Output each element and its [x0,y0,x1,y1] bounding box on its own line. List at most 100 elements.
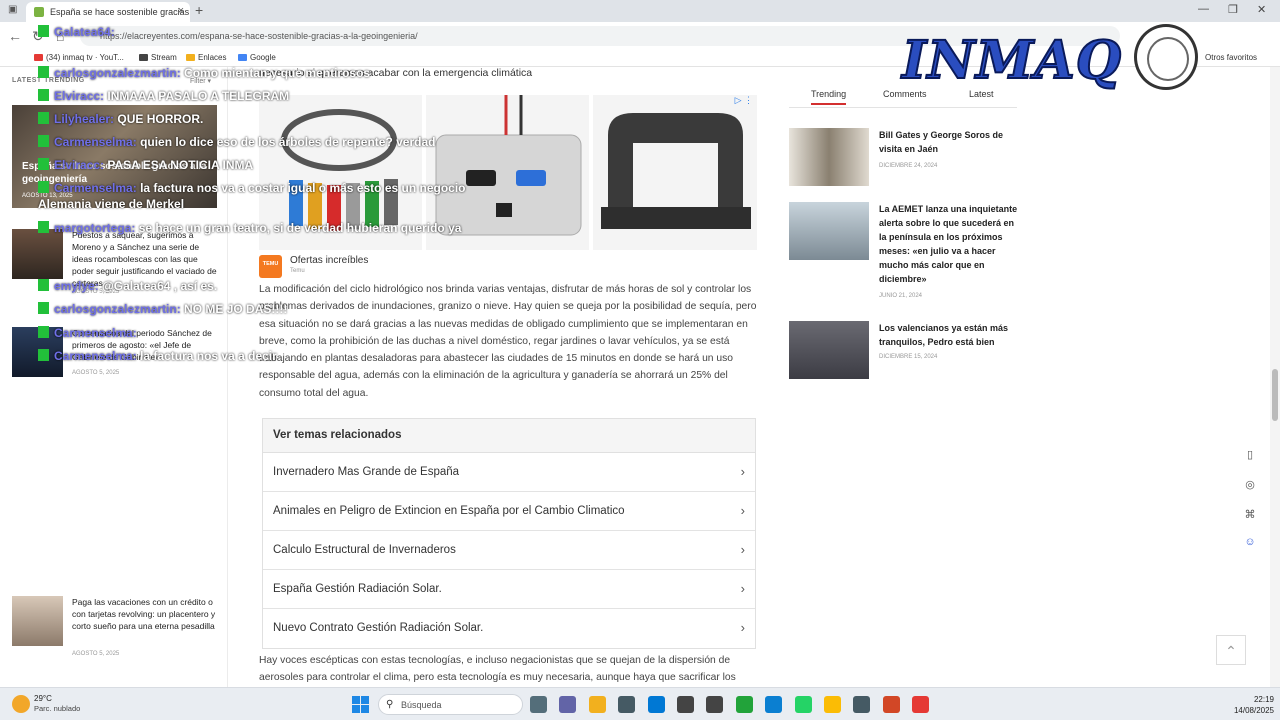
ad-title[interactable]: Ofertas increíbles [290,255,368,266]
bookmark-icon [139,54,148,61]
taskbar-search[interactable]: ⚲ Búsqueda [378,694,523,715]
chat-badge-icon [38,112,49,124]
tab-title: España se hace sostenible gracias a la g… [50,7,190,17]
taskbar-app-icon[interactable] [706,696,724,713]
related-topic-link[interactable]: España Gestión Radiación Solar. › [263,570,755,609]
close-window-icon[interactable]: ✕ [1257,3,1266,16]
related-topic-link[interactable]: Nuevo Contrato Gestión Radiación Solar. › [263,609,755,648]
related-topic-label[interactable]: España Gestión Radiación Solar. [273,583,442,595]
taskbar-app-icon[interactable] [677,696,694,713]
post-thumbnail[interactable] [12,596,63,646]
ad-choices-icon[interactable]: ▷ ⋮ [735,95,753,106]
taskbar-app-icon[interactable] [853,696,871,713]
chat-badge-icon [38,135,49,147]
chat-text: la factura nos va a decir [140,349,277,363]
favicon-icon [34,7,44,17]
taskbar-app-icon[interactable] [559,696,577,713]
related-topic-link[interactable]: Invernadero Mas Grande de España › [263,453,755,492]
taskbar-app-icon[interactable] [765,696,783,713]
start-button[interactable] [352,696,369,713]
taskbar-app-icon[interactable] [618,696,636,713]
chat-message: emylye: @Galatea64 , así es. [38,279,217,293]
url-text: https://elacreyentes.com/espana-se-hace-… [100,31,418,41]
post-thumbnail[interactable] [12,229,63,279]
chat-username: margotortega: [54,221,136,235]
bookmark-label: (34) inmaq tv · YouT... [46,53,124,62]
tab-search-icon[interactable]: ▣ [8,4,17,15]
taskbar-app-icon[interactable] [530,696,547,713]
chat-message: margotortega: se hace un gran teatro, si… [38,221,461,235]
chat-text: Alemania viene de Merkel [38,197,185,211]
post-thumbnail[interactable] [789,202,869,260]
chat-badge-icon [38,326,49,338]
related-topic-label[interactable]: Calculo Estructural de Invernaderos [273,544,456,556]
chat-username: Galatea64: [54,25,115,39]
chat-message: carlosgonzalezmartin: Como mientan y que… [38,66,370,80]
bookmark-item[interactable]: Google [238,53,276,62]
post-title[interactable]: Los valencianos ya están más tranquilos,… [879,321,1021,349]
maximize-icon[interactable]: ❐ [1228,3,1238,16]
list-item[interactable]: Paga las vacaciones con un crédito o con… [12,596,222,657]
chat-message: carlosgonzalezmartin: NO ME JO DAS!!!! [38,302,287,316]
reader-icon[interactable]: ▯ [1241,448,1259,466]
chat-badge-icon [38,181,49,193]
close-tab-icon[interactable]: × [178,5,184,17]
bookmark-item[interactable]: Enlaces [186,53,226,62]
chevron-right-icon: › [740,542,745,557]
post-date: DICIEMBRE 24, 2024 [879,163,938,169]
scrollbar-thumb[interactable] [1272,369,1278,421]
taskbar-app-icon[interactable] [588,696,606,713]
ad-product-image[interactable] [593,95,757,250]
apps-icon[interactable]: ⌘ [1241,508,1259,526]
chat-username: Carmenselma: [54,181,137,195]
tab-trending[interactable]: Trending [811,89,847,105]
chat-text: quien lo dice eso de los árboles de repe… [140,135,436,149]
related-topics-box: Ver temas relacionados Invernadero Mas G… [262,418,756,649]
scroll-to-top-button[interactable]: ⌃ [1216,635,1246,665]
taskbar-app-icon[interactable] [912,696,930,713]
taskbar-app-icon[interactable] [647,696,665,713]
chat-text: NO ME JO DAS!!!! [184,302,288,316]
chat-message: Carmenselma: la factura nos va a decir [38,349,277,363]
copilot-icon[interactable]: ☺ [1241,536,1259,554]
page-scrollbar[interactable] [1270,67,1280,687]
bookmark-item[interactable]: (34) inmaq tv · YouT... [34,53,124,62]
chat-badge-icon [38,158,49,170]
chat-message: Elviracc: PASA ESA NOTICIA INMA [38,158,253,172]
chevron-right-icon: › [740,620,745,635]
related-topic-label[interactable]: Invernadero Mas Grande de España [273,466,459,478]
weather-icon [12,695,30,713]
other-favorites[interactable]: Otros favoritos [1205,53,1257,62]
back-icon[interactable]: ← [8,28,22,44]
related-topic-link[interactable]: Calculo Estructural de Invernaderos › [263,531,755,570]
minimize-icon[interactable]: — [1198,3,1209,15]
taskbar-app-icon[interactable] [824,696,841,713]
post-title[interactable]: Bill Gates y George Soros de visita en J… [879,128,1021,156]
search-placeholder: Búsqueda [401,700,442,710]
new-tab-icon[interactable]: + [195,2,203,18]
post-thumbnail[interactable] [789,128,869,186]
weather-widget[interactable]: 29°C Parc. nublado [10,693,100,717]
chat-badge-icon [38,349,49,361]
post-title[interactable]: Paga las vacaciones con un crédito o con… [72,596,220,632]
taskbar-app-icon[interactable] [794,696,812,713]
related-topic-label[interactable]: Nuevo Contrato Gestión Radiación Solar. [273,622,483,634]
tab-active[interactable]: España se hace sostenible gracias a la g… [26,2,190,22]
bookmark-item[interactable]: Stream [139,53,177,62]
related-topic-link[interactable]: Animales en Peligro de Extincion en Espa… [263,492,755,531]
share-icon[interactable]: ◎ [1241,478,1259,496]
system-clock[interactable]: 22:19 14/08/2025 [1218,694,1274,716]
post-thumbnail[interactable] [789,321,869,379]
bookmark-icon [238,54,247,61]
taskbar-app-icon[interactable] [735,696,753,713]
chat-text: INMAAA PASALO A TELEGRAM [107,89,290,103]
chat-text: se hace un gran teatro, si de verdad hub… [138,221,462,235]
chat-message: Carmenselma: quien lo dice eso de los ár… [38,135,435,149]
chat-badge-icon [38,279,49,291]
related-topic-label[interactable]: Animales en Peligro de Extincion en Espa… [273,505,625,517]
taskbar-app-icon[interactable] [882,696,900,713]
chat-text: la factura nos va a costar igual o más e… [140,181,466,195]
post-title[interactable]: La AEMET lanza una inquietante alerta so… [879,202,1021,286]
multitool-image [601,113,751,229]
chat-badge-icon [38,221,49,233]
